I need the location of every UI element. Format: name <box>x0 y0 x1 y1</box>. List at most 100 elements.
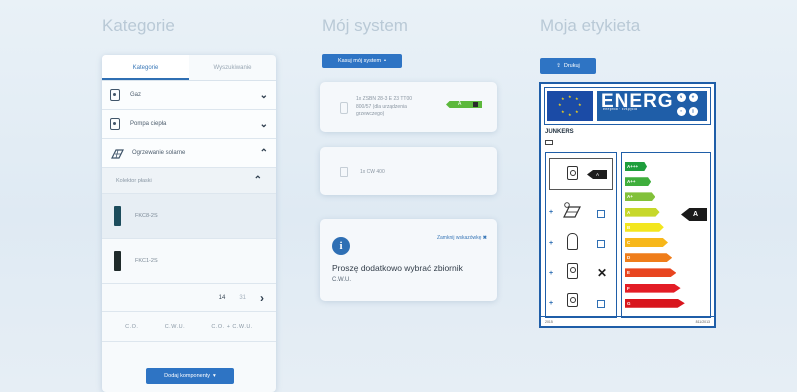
system-item-text: 1x CW 400 <box>360 169 385 175</box>
category-label: Gaz <box>130 92 142 98</box>
energy-band-label: D <box>627 255 631 261</box>
product-label: FKC8-2S <box>135 213 158 219</box>
energy-band-label: G <box>627 300 631 306</box>
info-icon: i <box>332 237 350 255</box>
solar-checkbox[interactable] <box>597 210 605 218</box>
hint-text: Proszę dodatkowo wybrać zbiornik <box>332 263 463 273</box>
model-box <box>545 140 553 145</box>
print-icon: ⇪ <box>556 63 561 69</box>
brand-logo: JUNKERS <box>545 129 574 135</box>
energy-heading: ENERG енергия · ενέργεια ↯ ☀ ≡ ▯ <box>597 91 707 121</box>
categories-panel: Kategorie Wyszukiwanie Gaz ⌄ Pompa ciepł… <box>102 55 276 392</box>
tab-search[interactable]: Wyszukiwanie <box>189 55 276 80</box>
energy-label: ★ ★ ★ ★ ★ ★ ★ ★ ENERG енергия · ενέργεια ↯ ☀ … <box>539 82 716 328</box>
hint-subtext: C.W.U. <box>332 277 351 283</box>
filter-cwu[interactable]: C.W.U. <box>165 324 185 330</box>
plus-icon: + <box>549 270 554 277</box>
system-item[interactable]: 1x ZSBN 28-3 E 23 TT00 800/57 (dla urząd… <box>320 82 497 132</box>
plus-icon: + <box>549 240 554 247</box>
footer-divider <box>541 316 714 317</box>
plus-icon: + <box>549 300 554 307</box>
filter-co-cwu[interactable]: C.O. + C.W.U. <box>211 324 253 330</box>
hint-message: i Zamknij wskazówkę ✖ Proszę dodatkowo w… <box>320 219 497 301</box>
add-components-label: Dodaj komponenty <box>164 373 211 379</box>
tank-icon: ▯ <box>689 107 698 116</box>
subcategory-label: Kolektor płaski <box>116 177 152 184</box>
category-heat-pump[interactable]: Pompa ciepła ⌄ <box>102 110 276 139</box>
filter-bar: C.O. C.W.U. C.O. + C.W.U. <box>102 312 276 342</box>
category-gas[interactable]: Gaz ⌄ <box>102 81 276 110</box>
energy-band-7: E <box>625 268 677 278</box>
solar-collector-icon <box>563 202 581 218</box>
energy-band-4: B <box>625 222 664 232</box>
system-item[interactable]: 1x CW 400 <box>320 147 497 195</box>
category-solar[interactable]: Ogrzewanie solarne ⌃ <box>102 139 276 168</box>
energy-band-label: A++ <box>627 179 636 185</box>
boiler-checkbox[interactable] <box>597 300 605 308</box>
product-label: FKC1-2S <box>135 258 158 264</box>
add-components-button[interactable]: Dodaj komponenty ▾ <box>146 368 234 384</box>
page-current[interactable]: 14 <box>219 295 226 301</box>
boiler-icon <box>567 166 578 180</box>
subcategory-flat-collector[interactable]: Kolektor płaski ⌃ <box>102 168 276 194</box>
temperature-control-icon <box>567 263 578 279</box>
plus-icon: + <box>549 209 554 216</box>
sun-icon: ☀ <box>689 93 698 102</box>
chevron-up-icon[interactable]: ⌃ <box>260 148 268 159</box>
energy-band-label: A <box>627 209 631 215</box>
energy-band-label: C <box>627 240 631 245</box>
chevron-down-icon[interactable]: ⌄ <box>260 119 268 130</box>
device-icon <box>473 102 478 107</box>
radiator-icon: ≡ <box>677 107 686 116</box>
energy-heading-sub: енергия · ενέργεια <box>603 107 638 111</box>
clear-system-label: Kasuj mój system <box>337 58 382 64</box>
control-checkbox-checked[interactable]: ✕ <box>597 267 607 279</box>
print-label: Drukuj <box>563 63 580 69</box>
tab-categories[interactable]: Kategorie <box>102 55 189 80</box>
secondary-boiler-icon <box>567 293 578 307</box>
label-footer-right: 811/2013 <box>695 320 710 324</box>
product-thumbnail <box>114 206 121 226</box>
category-label: Ogrzewanie solarne <box>132 150 186 156</box>
clear-system-button[interactable]: Kasuj mój system ▪ <box>322 54 402 68</box>
close-hint-link[interactable]: Zamknij wskazówkę ✖ <box>437 235 487 241</box>
energy-band-8: F <box>625 283 681 293</box>
system-title: Mój system <box>322 16 408 35</box>
trash-icon: ▪ <box>384 58 387 64</box>
product-item[interactable]: FKC1-2S <box>102 239 276 284</box>
chevron-right-icon[interactable]: › <box>260 291 264 305</box>
chevron-down-icon[interactable]: ⌄ <box>260 90 268 101</box>
tank-icon <box>567 233 578 250</box>
category-label: Pompa ciepła <box>130 121 167 127</box>
energy-band-9: G <box>625 298 685 308</box>
energy-band-1: A++ <box>625 177 652 187</box>
energy-band-label: B <box>627 224 631 230</box>
label-header: ★ ★ ★ ★ ★ ★ ★ ★ ENERG енергия · ενέργεια ↯ ☀ … <box>544 87 711 125</box>
tap-icon: ↯ <box>677 93 686 102</box>
product-thumbnail <box>114 251 121 271</box>
label-footer-left: 2015 <box>545 320 553 324</box>
print-button[interactable]: ⇪ Drukuj <box>540 58 596 74</box>
chevron-down-icon: ▾ <box>213 373 216 379</box>
energy-band-2: A+ <box>625 192 656 202</box>
eu-flag-icon: ★ ★ ★ ★ ★ ★ ★ ★ <box>547 91 593 121</box>
energy-band-label: A+ <box>627 194 633 200</box>
panel-tabs: Kategorie Wyszukiwanie <box>102 55 276 81</box>
solar-icon <box>111 149 124 159</box>
boiler-icon <box>110 89 120 101</box>
filter-co[interactable]: C.O. <box>125 324 138 330</box>
energy-band-6: D <box>625 253 673 263</box>
collector-icon <box>340 102 348 114</box>
energy-band-label: F <box>627 285 630 291</box>
energy-band-label: A+++ <box>627 164 639 169</box>
page-next[interactable]: 31 <box>239 295 246 301</box>
pagination: 14 31 › <box>102 284 276 312</box>
heat-pump-icon <box>110 118 120 130</box>
energy-band-5: C <box>625 238 668 247</box>
product-item[interactable]: FKC8-2S <box>102 194 276 239</box>
energy-band-label: E <box>627 270 631 276</box>
chevron-up-icon[interactable]: ⌃ <box>254 175 262 186</box>
tank-icon <box>340 167 348 177</box>
scale-frame <box>621 152 711 318</box>
tank-checkbox[interactable] <box>597 240 605 248</box>
